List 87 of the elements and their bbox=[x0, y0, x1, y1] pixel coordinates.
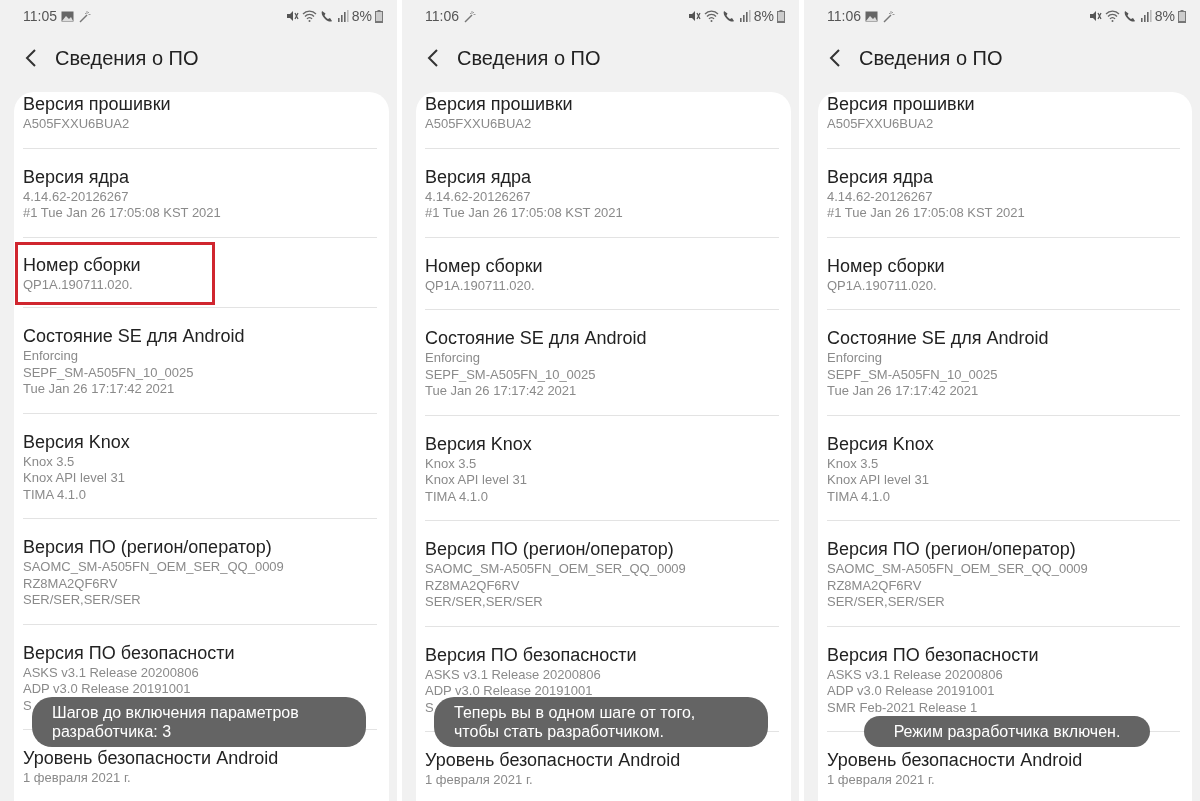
item-value: Tue Jan 26 17:17:42 2021 bbox=[425, 383, 577, 400]
item-value: Knox 3.5 bbox=[23, 453, 75, 470]
item-value: TIMA 4.1.0 bbox=[425, 488, 488, 505]
item-value: SEPF_SM-A505FN_10_0025 bbox=[425, 366, 596, 383]
item-value: ASKS v3.1 Release 20200806 bbox=[425, 666, 601, 683]
item-value: ADP v3.0 Release 20191001 bbox=[827, 683, 995, 700]
item-value: Knox API level 31 bbox=[425, 472, 527, 489]
item-title: Номер сборки bbox=[827, 254, 946, 278]
item-title: Уровень безопасности Android bbox=[827, 749, 1084, 772]
item-title: Версия прошивки bbox=[23, 93, 172, 116]
item-title: Версия ПО безопасности bbox=[827, 643, 1040, 667]
item-value: RZ8MA2QF6RV bbox=[827, 577, 922, 594]
item-value: Knox 3.5 bbox=[827, 455, 879, 472]
item-value: Enforcing bbox=[23, 348, 78, 365]
item-value: SAOMC_SM-A505FN_OEM_SER_QQ_0009 bbox=[827, 561, 1088, 578]
battery-level: 8% bbox=[351, 8, 372, 24]
item-value: A505FXXU6BUA2 bbox=[23, 116, 130, 133]
item-title: Версия ПО безопасности bbox=[23, 641, 236, 665]
item-value: 4.14.62-20126267 bbox=[425, 188, 531, 205]
screen-title: Сведения о ПО bbox=[457, 46, 601, 70]
item-value: 1 февраля 2021 г. bbox=[23, 770, 131, 787]
item-title: Версия ПО безопасности bbox=[425, 643, 638, 667]
item-title: Версия ядра bbox=[23, 165, 131, 189]
item-value: SAOMC_SM-A505FN_OEM_SER_QQ_0009 bbox=[425, 561, 686, 578]
item-value: Knox API level 31 bbox=[827, 472, 929, 489]
item-title: Состояние SE для Android bbox=[23, 325, 246, 348]
item-title: Версия Knox bbox=[425, 432, 533, 456]
item-value: ADP v3.0 Release 20191001 bbox=[23, 681, 191, 698]
item-value: SER/SER,SER/SER bbox=[23, 592, 141, 609]
item-value: RZ8MA2QF6RV bbox=[425, 577, 520, 594]
developer-toast: Шагов до включения параметров разработчика: 3 bbox=[32, 697, 366, 747]
item-title: Версия ПО (регион/оператор) bbox=[425, 538, 675, 561]
item-value: 1 февраля 2021 г. bbox=[827, 772, 935, 789]
item-value: Tue Jan 26 17:17:42 2021 bbox=[23, 381, 175, 398]
item-title: Версия прошивки bbox=[827, 93, 976, 116]
item-value: TIMA 4.1.0 bbox=[23, 486, 86, 503]
battery-level: 8% bbox=[1154, 8, 1175, 24]
status-time: 11:05 bbox=[23, 8, 57, 24]
item-title: Версия ядра bbox=[425, 165, 533, 189]
item-value: SEPF_SM-A505FN_10_0025 bbox=[827, 366, 998, 383]
item-value: SMR Feb-2021 Release 1 bbox=[827, 699, 978, 716]
item-value: RZ8MA2QF6RV bbox=[23, 575, 118, 592]
item-value: SEPF_SM-A505FN_10_0025 bbox=[23, 364, 194, 381]
item-value: S bbox=[425, 699, 434, 716]
item-value: TIMA 4.1.0 bbox=[827, 488, 890, 505]
item-value: #1 Tue Jan 26 17:05:08 KST 2021 bbox=[23, 205, 221, 222]
item-value: Knox API level 31 bbox=[23, 470, 125, 487]
screen-title: Сведения о ПО bbox=[859, 46, 1003, 70]
item-value: QP1A.190711.020. bbox=[827, 277, 937, 294]
item-title: Номер сборки bbox=[425, 254, 544, 278]
item-value: SER/SER,SER/SER bbox=[425, 594, 543, 611]
item-value: Enforcing bbox=[425, 350, 480, 367]
item-title: Состояние SE для Android bbox=[827, 327, 1050, 350]
item-value: S bbox=[23, 697, 32, 714]
item-value: #1 Tue Jan 26 17:05:08 KST 2021 bbox=[827, 205, 1025, 222]
item-title: Версия Knox bbox=[23, 430, 131, 454]
item-value: 4.14.62-20126267 bbox=[827, 188, 933, 205]
developer-toast: Теперь вы в одном шаге от того, чтобы стать разработчиком. bbox=[434, 697, 768, 747]
screen-title: Сведения о ПО bbox=[55, 46, 199, 70]
item-value: 1 февраля 2021 г. bbox=[425, 772, 533, 789]
developer-toast: Режим разработчика включен. bbox=[864, 716, 1150, 747]
item-value: A505FXXU6BUA2 bbox=[827, 116, 934, 133]
item-title: Версия прошивки bbox=[425, 93, 574, 116]
item-value: QP1A.190711.020. bbox=[23, 276, 133, 293]
item-title: Версия Knox bbox=[827, 432, 935, 456]
item-value: #1 Tue Jan 26 17:05:08 KST 2021 bbox=[425, 205, 623, 222]
item-value: ASKS v3.1 Release 20200806 bbox=[827, 666, 1003, 683]
item-value: Knox 3.5 bbox=[425, 455, 477, 472]
item-title: Номер сборки bbox=[23, 253, 142, 277]
status-time: 11:06 bbox=[827, 8, 861, 24]
item-value: A505FXXU6BUA2 bbox=[425, 116, 532, 133]
item-value: SER/SER,SER/SER bbox=[827, 594, 945, 611]
item-value: 4.14.62-20126267 bbox=[23, 188, 129, 205]
item-value: Enforcing bbox=[827, 350, 882, 367]
battery-level: 8% bbox=[753, 8, 774, 24]
item-value: ASKS v3.1 Release 20200806 bbox=[23, 664, 199, 681]
item-value: ADP v3.0 Release 20191001 bbox=[425, 683, 593, 700]
item-title: Версия ПО (регион/оператор) bbox=[827, 538, 1077, 561]
item-value: QP1A.190711.020. bbox=[425, 277, 535, 294]
status-time: 11:06 bbox=[425, 8, 459, 24]
item-title: Версия ПО (регион/оператор) bbox=[23, 536, 273, 559]
item-value: Tue Jan 26 17:17:42 2021 bbox=[827, 383, 979, 400]
item-title: Версия ядра bbox=[827, 165, 935, 189]
item-title: Уровень безопасности Android bbox=[23, 747, 280, 770]
item-title: Уровень безопасности Android bbox=[425, 749, 682, 772]
item-value: SAOMC_SM-A505FN_OEM_SER_QQ_0009 bbox=[23, 559, 284, 576]
item-title: Состояние SE для Android bbox=[425, 327, 648, 350]
